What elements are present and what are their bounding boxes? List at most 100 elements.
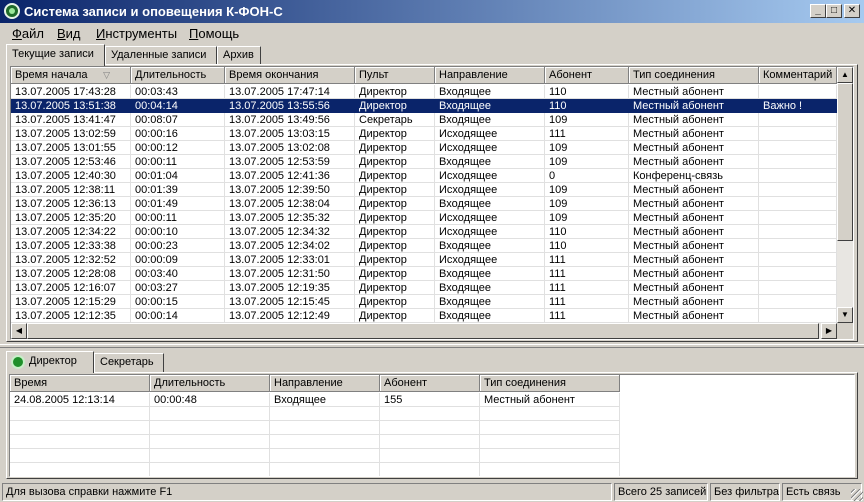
table-row[interactable]: 13.07.2005 12:53:46 00:00:11 13.07.2005 12… <box>11 155 837 169</box>
pane-splitter[interactable] <box>0 344 864 348</box>
column-header[interactable]: Время окончания <box>225 67 355 84</box>
table-cell <box>759 281 837 295</box>
table-cell: Местный абонент <box>629 267 759 281</box>
records-hscroll-thumb[interactable] <box>27 323 819 339</box>
table-cell <box>10 435 150 449</box>
empty-row[interactable] <box>10 407 620 421</box>
column-header[interactable]: Длительность <box>150 375 270 392</box>
records-hscrollbar[interactable]: ◀ ▶ <box>11 323 837 339</box>
column-header[interactable]: Пульт <box>355 67 435 84</box>
records-tabstrip: Текущие записи Удаленные записи Архив <box>6 44 858 66</box>
empty-row[interactable] <box>10 449 620 463</box>
table-cell: 24.08.2005 12:13:14 <box>10 393 150 407</box>
table-cell: 00:03:27 <box>131 281 225 295</box>
table-row[interactable]: 13.07.2005 12:40:30 00:01:04 13.07.2005 12… <box>11 169 837 183</box>
table-cell <box>10 449 150 463</box>
menu-tools[interactable]: Инструменты <box>96 24 177 43</box>
table-cell <box>270 421 380 435</box>
tab-archive[interactable]: Архив <box>217 46 261 65</box>
table-cell: Директор <box>355 99 435 113</box>
table-cell: Входящее <box>435 281 545 295</box>
column-header[interactable]: Время начала ▽ <box>11 67 131 84</box>
minimize-button[interactable]: _ <box>810 4 826 18</box>
table-cell <box>759 309 837 323</box>
table-row[interactable]: 13.07.2005 12:34:22 00:00:10 13.07.2005 12… <box>11 225 837 239</box>
menu-help[interactable]: Помощь <box>189 24 239 43</box>
title-bar[interactable]: Система записи и оповещения К-ФОН-С _ □ … <box>0 0 864 23</box>
table-row[interactable]: 13.07.2005 12:33:38 00:00:23 13.07.2005 12… <box>11 239 837 253</box>
table-cell: Исходящее <box>435 253 545 267</box>
scroll-up-icon[interactable]: ▲ <box>837 67 853 83</box>
table-cell: 00:00:09 <box>131 253 225 267</box>
table-row[interactable]: 13.07.2005 12:28:08 00:03:40 13.07.2005 12… <box>11 267 837 281</box>
table-row[interactable]: 13.07.2005 12:35:20 00:00:11 13.07.2005 12… <box>11 211 837 225</box>
table-cell: 00:00:12 <box>131 141 225 155</box>
table-cell: Входящее <box>435 197 545 211</box>
menu-file[interactable]: Файл <box>12 24 44 43</box>
tab-director[interactable]: Директор <box>6 351 94 373</box>
tab-secretary[interactable]: Секретарь <box>94 353 164 372</box>
table-cell: Директор <box>355 197 435 211</box>
empty-row[interactable] <box>10 463 620 476</box>
table-cell: Директор <box>355 211 435 225</box>
table-row[interactable]: 24.08.2005 12:13:14 00:00:48 Входящее 155 Ме… <box>10 393 620 407</box>
column-header[interactable]: Время <box>10 375 150 392</box>
column-header[interactable]: Длительность <box>131 67 225 84</box>
console-table[interactable]: Время Длительность Направление Абонент Тип с… <box>9 374 855 477</box>
table-cell <box>759 267 837 281</box>
table-cell: Директор <box>355 141 435 155</box>
table-row[interactable]: 13.07.2005 13:02:59 00:00:16 13.07.2005 13… <box>11 127 837 141</box>
table-cell <box>270 449 380 463</box>
column-header[interactable]: Направление <box>270 375 380 392</box>
table-row[interactable]: 13.07.2005 12:12:35 00:00:14 13.07.2005 12… <box>11 309 837 323</box>
table-cell: 110 <box>545 225 629 239</box>
column-header[interactable]: Направление <box>435 67 545 84</box>
table-cell: Исходящее <box>435 141 545 155</box>
close-button[interactable]: ✕ <box>844 4 860 18</box>
table-row[interactable]: 13.07.2005 12:38:11 00:01:39 13.07.2005 12… <box>11 183 837 197</box>
table-cell: 111 <box>545 309 629 323</box>
records-vscroll-thumb[interactable] <box>837 83 853 241</box>
table-cell: Местный абонент <box>629 113 759 127</box>
records-vscrollbar[interactable]: ▲ ▼ <box>837 67 853 323</box>
records-table[interactable]: Время начала ▽ Длительность Время окончания… <box>10 66 854 340</box>
table-cell: 13.07.2005 12:34:32 <box>225 225 355 239</box>
column-header[interactable]: Тип соединения <box>480 375 620 392</box>
tab-current-records[interactable]: Текущие записи <box>6 44 105 66</box>
table-cell: 111 <box>545 253 629 267</box>
tab-deleted-records[interactable]: Удаленные записи <box>105 46 217 65</box>
table-cell: 13.07.2005 12:33:38 <box>11 239 131 253</box>
column-header[interactable]: Комментарий <box>759 67 837 84</box>
table-cell: 109 <box>545 211 629 225</box>
column-header[interactable]: Тип соединения <box>629 67 759 84</box>
table-row[interactable]: 13.07.2005 13:41:47 00:08:07 13.07.2005 13… <box>11 113 837 127</box>
scroll-down-icon[interactable]: ▼ <box>837 307 853 323</box>
empty-row[interactable] <box>10 435 620 449</box>
menu-view[interactable]: Вид <box>57 24 81 43</box>
column-header[interactable]: Абонент <box>380 375 480 392</box>
table-row[interactable]: 13.07.2005 12:32:52 00:00:09 13.07.2005 12… <box>11 253 837 267</box>
table-cell: 00:00:15 <box>131 295 225 309</box>
maximize-button[interactable]: □ <box>826 4 842 18</box>
table-row[interactable]: 13.07.2005 13:01:55 00:00:12 13.07.2005 13… <box>11 141 837 155</box>
table-cell: 00:00:16 <box>131 127 225 141</box>
empty-row[interactable] <box>10 421 620 435</box>
table-row[interactable]: 13.07.2005 12:15:29 00:00:15 13.07.2005 12… <box>11 295 837 309</box>
table-cell: Местный абонент <box>629 239 759 253</box>
table-cell: 13.07.2005 12:33:01 <box>225 253 355 267</box>
resize-grip-icon[interactable] <box>851 489 863 501</box>
column-header[interactable]: Абонент <box>545 67 629 84</box>
table-cell: 00:01:04 <box>131 169 225 183</box>
scroll-right-icon[interactable]: ▶ <box>821 323 837 339</box>
table-cell: Исходящее <box>435 127 545 141</box>
table-cell: Директор <box>355 225 435 239</box>
table-row[interactable]: 13.07.2005 12:36:13 00:01:49 13.07.2005 12… <box>11 197 837 211</box>
table-cell: 109 <box>545 197 629 211</box>
table-cell: 110 <box>545 99 629 113</box>
table-cell: 13.07.2005 12:12:49 <box>225 309 355 323</box>
table-cell <box>380 407 480 421</box>
scroll-left-icon[interactable]: ◀ <box>11 323 27 339</box>
table-row[interactable]: 13.07.2005 13:51:38 00:04:14 13.07.2005 13… <box>11 99 837 113</box>
table-row[interactable]: 13.07.2005 12:16:07 00:03:27 13.07.2005 12… <box>11 281 837 295</box>
table-row[interactable]: 13.07.2005 17:43:28 00:03:43 13.07.2005 17… <box>11 85 837 99</box>
